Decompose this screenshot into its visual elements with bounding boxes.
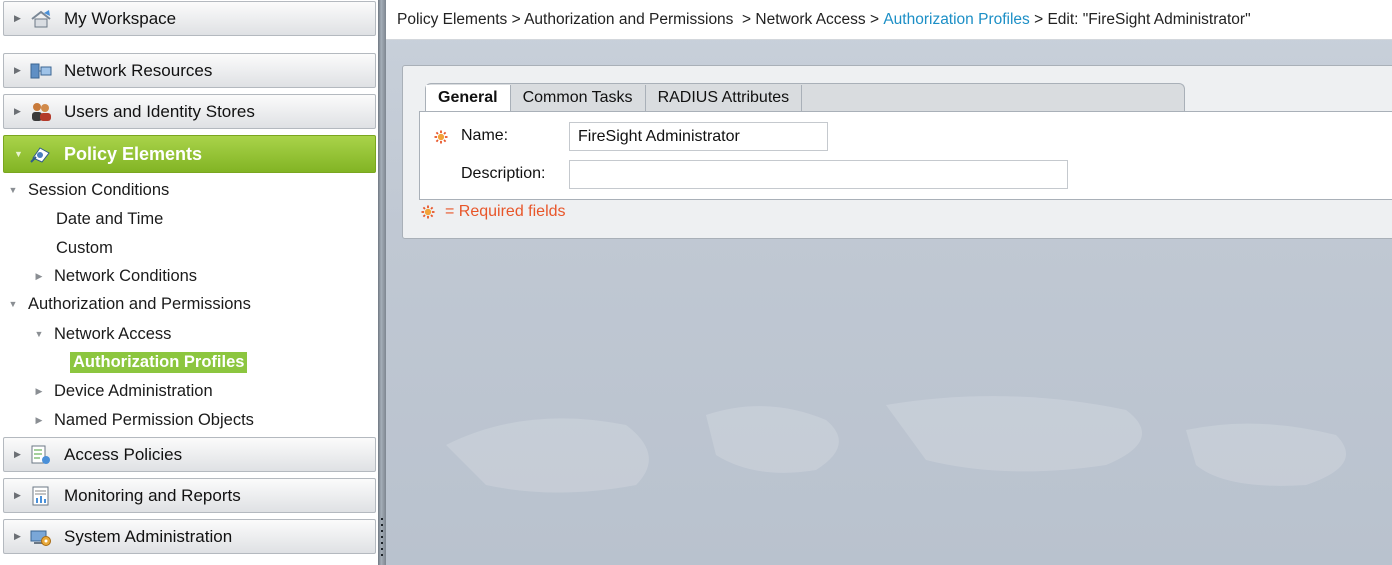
workspace-icon — [30, 9, 52, 29]
tree-item-named-permission-objects[interactable]: ▶ Named Permission Objects — [32, 407, 254, 433]
tab-common-tasks[interactable]: Common Tasks — [511, 85, 646, 111]
collapsed-arrow-icon[interactable]: ▶ — [32, 271, 46, 282]
expand-arrow-icon: ▶ — [14, 531, 21, 541]
tree-item-network-conditions[interactable]: ▶ Network Conditions — [32, 263, 198, 289]
tree-item-device-administration[interactable]: ▶ Device Administration — [32, 378, 213, 404]
network-resources-icon — [30, 61, 52, 81]
world-map-watermark — [446, 396, 1346, 493]
tree-item-date-and-time[interactable]: Date and Time — [56, 206, 163, 232]
name-label: Name: — [461, 127, 509, 144]
expand-arrow-icon: ▶ — [14, 65, 21, 75]
tab-general[interactable]: General — [426, 85, 511, 111]
expanded-arrow-icon[interactable]: ▼ — [6, 185, 20, 195]
tab-radius-attributes[interactable]: RADIUS Attributes — [646, 85, 803, 111]
tree-item-authorization-permissions[interactable]: ▼ Authorization and Permissions — [6, 291, 251, 317]
expand-arrow-icon: ▶ — [14, 449, 21, 459]
drawer-users-identity-stores[interactable]: ▶ Users and Identity Stores — [3, 94, 376, 129]
required-fields-note: = Required fields — [421, 203, 566, 221]
collapsed-arrow-icon[interactable]: ▶ — [32, 386, 46, 397]
main-content: Policy Elements > Authorization and Perm… — [386, 0, 1392, 565]
drawer-system-administration[interactable]: ▶ System Administration — [3, 519, 376, 554]
breadcrumb-current: > Edit: "FireSight Administrator" — [1029, 10, 1251, 28]
drawer-label: Monitoring and Reports — [64, 485, 241, 505]
drawer-label: Policy Elements — [64, 143, 203, 164]
drawer-label: System Administration — [64, 526, 233, 546]
name-input[interactable] — [569, 122, 828, 151]
collapsed-arrow-icon[interactable]: ▶ — [32, 415, 46, 426]
navigation-sidebar: ▶ My Workspace ▶ Network Resources ▶ Use… — [0, 0, 379, 565]
description-label: Description: — [461, 165, 546, 182]
expanded-arrow-icon[interactable]: ▼ — [6, 299, 20, 309]
policy-elements-icon — [30, 144, 52, 164]
drawer-label: Network Resources — [64, 60, 213, 80]
description-input[interactable] — [569, 160, 1068, 189]
breadcrumb-path: Policy Elements > Authorization and Perm… — [397, 10, 884, 28]
tab-bar: General Common Tasks RADIUS Attributes — [425, 83, 1185, 111]
drawer-label: My Workspace — [64, 8, 177, 28]
general-form: Name: Description: — [419, 111, 1392, 200]
tree-item-network-access[interactable]: ▼ Network Access — [32, 321, 172, 347]
breadcrumb-link-authorization-profiles[interactable]: Authorization Profiles — [883, 11, 1029, 29]
tree-item-custom[interactable]: Custom — [56, 235, 113, 261]
breadcrumb: Policy Elements > Authorization and Perm… — [386, 0, 1392, 40]
tree-item-session-conditions[interactable]: ▼ Session Conditions — [6, 177, 170, 203]
drawer-label: Users and Identity Stores — [64, 101, 255, 121]
drawer-access-policies[interactable]: ▶ Access Policies — [3, 437, 376, 472]
profile-edit-panel: General Common Tasks RADIUS Attributes N… — [402, 65, 1392, 239]
expand-arrow-icon: ▶ — [14, 490, 21, 500]
sidebar-resize-handle[interactable] — [378, 0, 386, 565]
drawer-my-workspace[interactable]: ▶ My Workspace — [3, 1, 376, 36]
access-policies-icon — [30, 445, 52, 465]
system-admin-icon — [30, 527, 52, 547]
drawer-label: Access Policies — [64, 444, 183, 464]
drawer-monitoring-reports[interactable]: ▶ Monitoring and Reports — [3, 478, 376, 513]
required-icon — [434, 130, 448, 144]
users-icon — [30, 102, 52, 122]
tree-item-authorization-profiles[interactable]: Authorization Profiles — [70, 349, 248, 375]
expand-arrow-icon: ▶ — [14, 13, 21, 23]
monitoring-icon — [30, 486, 52, 506]
drawer-policy-elements[interactable]: ▼ Policy Elements — [3, 135, 376, 173]
drawer-network-resources[interactable]: ▶ Network Resources — [3, 53, 376, 88]
expanded-arrow-icon[interactable]: ▼ — [32, 329, 46, 339]
expand-arrow-icon: ▶ — [14, 106, 21, 116]
required-icon — [421, 205, 435, 219]
collapse-arrow-icon: ▼ — [14, 149, 23, 159]
